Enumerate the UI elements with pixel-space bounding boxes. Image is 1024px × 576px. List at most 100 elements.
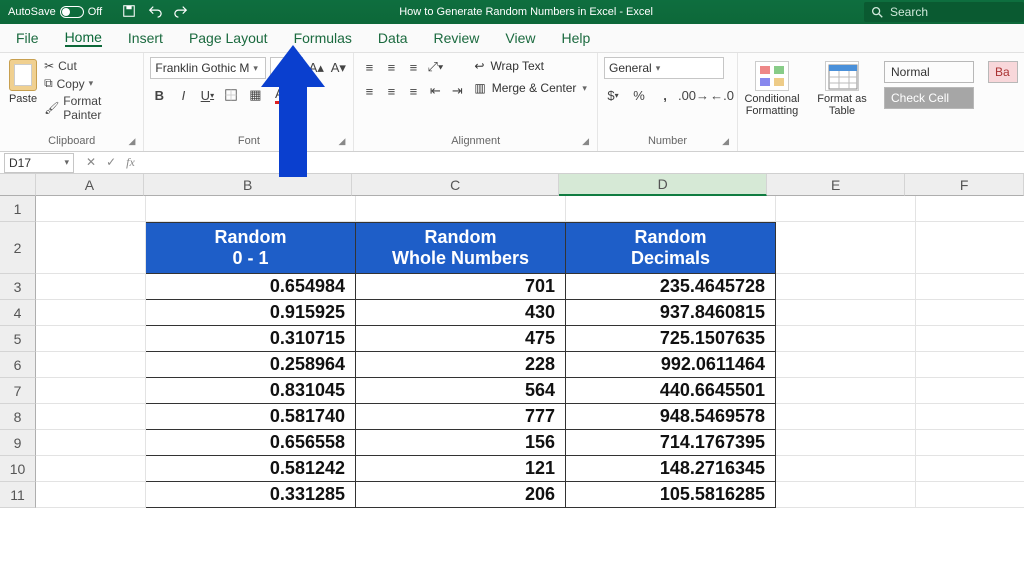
conditional-formatting-button[interactable]: Conditional Formatting	[744, 61, 800, 117]
align-right-icon[interactable]: ≡	[404, 81, 422, 101]
cell[interactable]	[916, 404, 1024, 430]
data-cell[interactable]: 0.581242	[146, 456, 356, 482]
tab-insert[interactable]: Insert	[128, 30, 163, 46]
tab-review[interactable]: Review	[434, 30, 480, 46]
align-left-icon[interactable]: ≡	[360, 81, 378, 101]
data-cell[interactable]: 206	[356, 482, 566, 508]
cell[interactable]	[916, 222, 1024, 274]
cell[interactable]	[36, 456, 146, 482]
cell[interactable]	[916, 300, 1024, 326]
cell[interactable]	[776, 274, 916, 300]
align-top-icon[interactable]: ≡	[360, 57, 378, 77]
fill-color-button[interactable]: ▦	[246, 85, 264, 105]
data-cell[interactable]: 777	[356, 404, 566, 430]
font-color-button[interactable]: A	[270, 85, 288, 105]
data-cell[interactable]: 0.331285	[146, 482, 356, 508]
borders-button[interactable]	[222, 85, 240, 105]
cell[interactable]	[36, 482, 146, 508]
style-bad[interactable]: Ba	[988, 61, 1018, 83]
decrease-font-icon[interactable]: A▾	[329, 58, 347, 78]
data-cell[interactable]: 235.4645728	[566, 274, 776, 300]
row-header-11[interactable]: 11	[0, 482, 36, 508]
cell[interactable]	[916, 274, 1024, 300]
table-header[interactable]: RandomDecimals	[566, 222, 776, 274]
tab-formulas[interactable]: Formulas	[294, 30, 352, 46]
cell[interactable]	[36, 222, 146, 274]
data-cell[interactable]: 0.915925	[146, 300, 356, 326]
autosave-toggle[interactable]: AutoSave Off	[8, 6, 102, 18]
tab-data[interactable]: Data	[378, 30, 408, 46]
col-header-C[interactable]: C	[352, 174, 560, 196]
col-header-A[interactable]: A	[36, 174, 145, 196]
tab-home[interactable]: Home	[65, 29, 102, 47]
cell[interactable]	[36, 300, 146, 326]
increase-decimal-icon[interactable]: .00→	[682, 85, 705, 105]
enter-icon[interactable]: ✓	[106, 155, 116, 170]
cell[interactable]	[146, 196, 356, 222]
save-icon[interactable]	[122, 4, 136, 21]
data-cell[interactable]: 121	[356, 456, 566, 482]
data-cell[interactable]: 475	[356, 326, 566, 352]
data-cell[interactable]: 430	[356, 300, 566, 326]
cell[interactable]	[776, 300, 916, 326]
cell[interactable]	[36, 378, 146, 404]
col-header-D[interactable]: D	[559, 174, 767, 196]
col-header-B[interactable]: B	[144, 174, 352, 196]
col-header-F[interactable]: F	[905, 174, 1024, 196]
cancel-icon[interactable]: ✕	[86, 155, 96, 170]
tab-file[interactable]: File	[16, 30, 39, 46]
style-normal[interactable]: Normal	[884, 61, 974, 83]
row-header-1[interactable]: 1	[0, 196, 36, 222]
fx-icon[interactable]: fx	[126, 155, 135, 170]
merge-center-button[interactable]: ▥Merge & Center▾	[474, 81, 587, 95]
data-cell[interactable]: 937.8460815	[566, 300, 776, 326]
data-cell[interactable]: 714.1767395	[566, 430, 776, 456]
cell[interactable]	[776, 378, 916, 404]
cell[interactable]	[776, 196, 916, 222]
cut-button[interactable]: ✂Cut	[44, 59, 137, 73]
row-header-6[interactable]: 6	[0, 352, 36, 378]
orientation-icon[interactable]: ⤢▾	[426, 57, 444, 77]
alignment-launcher-icon[interactable]: ◢	[582, 136, 589, 147]
increase-font-icon[interactable]: A▴	[307, 58, 325, 78]
row-header-4[interactable]: 4	[0, 300, 36, 326]
cell[interactable]	[566, 196, 776, 222]
font-size-combo[interactable]: ▾	[270, 57, 303, 79]
cell[interactable]	[36, 326, 146, 352]
data-cell[interactable]: 701	[356, 274, 566, 300]
cell[interactable]	[916, 430, 1024, 456]
underline-button[interactable]: U▾	[198, 85, 216, 105]
row-header-3[interactable]: 3	[0, 274, 36, 300]
search-box[interactable]: Search	[864, 2, 1024, 22]
table-header[interactable]: Random0 - 1	[146, 222, 356, 274]
select-all-corner[interactable]	[0, 174, 36, 196]
data-cell[interactable]: 0.310715	[146, 326, 356, 352]
data-cell[interactable]: 105.5816285	[566, 482, 776, 508]
row-header-7[interactable]: 7	[0, 378, 36, 404]
align-middle-icon[interactable]: ≡	[382, 57, 400, 77]
data-cell[interactable]: 148.2716345	[566, 456, 776, 482]
cell[interactable]	[36, 404, 146, 430]
row-header-9[interactable]: 9	[0, 430, 36, 456]
row-header-10[interactable]: 10	[0, 456, 36, 482]
cell[interactable]	[776, 456, 916, 482]
currency-button[interactable]: $▾	[604, 85, 622, 105]
percent-button[interactable]: %	[630, 85, 648, 105]
decrease-indent-icon[interactable]: ⇤	[426, 81, 444, 101]
cell[interactable]	[916, 378, 1024, 404]
italic-button[interactable]: I	[174, 85, 192, 105]
data-cell[interactable]: 228	[356, 352, 566, 378]
cell[interactable]	[36, 274, 146, 300]
data-cell[interactable]: 948.5469578	[566, 404, 776, 430]
cell[interactable]	[916, 196, 1024, 222]
format-as-table-button[interactable]: Format as Table	[814, 61, 870, 117]
data-cell[interactable]: 992.0611464	[566, 352, 776, 378]
table-header[interactable]: RandomWhole Numbers	[356, 222, 566, 274]
align-center-icon[interactable]: ≡	[382, 81, 400, 101]
font-name-combo[interactable]: Franklin Gothic M▾	[150, 57, 266, 79]
redo-icon[interactable]	[174, 4, 188, 21]
row-header-8[interactable]: 8	[0, 404, 36, 430]
data-cell[interactable]: 0.656558	[146, 430, 356, 456]
cell[interactable]	[916, 456, 1024, 482]
cell[interactable]	[916, 326, 1024, 352]
